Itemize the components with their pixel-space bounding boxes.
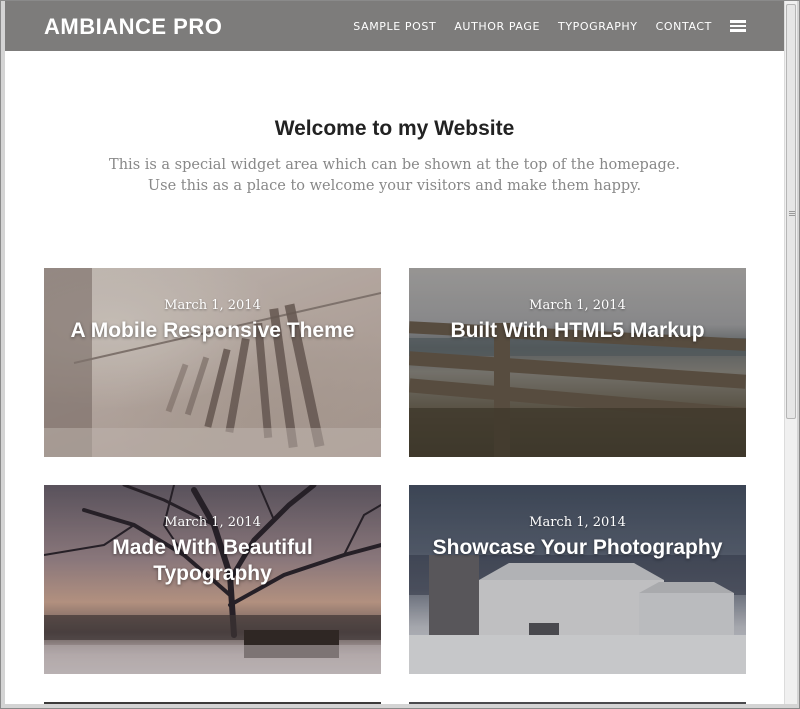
- post-card[interactable]: March 1, 2014 A Mobile Responsive Theme: [44, 268, 381, 457]
- site-header: AMBIANCE PRO SAMPLE POST AUTHOR PAGE TYP…: [5, 1, 784, 51]
- grip-icon: [789, 211, 795, 212]
- post-date: March 1, 2014: [529, 298, 626, 313]
- scrollbar-thumb[interactable]: [786, 4, 796, 419]
- post-title[interactable]: Showcase Your Photography: [429, 535, 726, 561]
- site-title[interactable]: AMBIANCE PRO: [44, 14, 222, 40]
- welcome-widget: Welcome to my Website This is a special …: [5, 117, 784, 197]
- main-nav: SAMPLE POST AUTHOR PAGE TYPOGRAPHY CONTA…: [335, 1, 746, 51]
- nav-author-page[interactable]: AUTHOR PAGE: [454, 20, 540, 33]
- post-card[interactable]: March 1, 2014 Made With Beautiful Typogr…: [44, 485, 381, 674]
- hamburger-icon[interactable]: [730, 20, 746, 32]
- post-card[interactable]: March 1, 2014 Built With HTML5 Markup: [409, 268, 746, 457]
- post-title[interactable]: A Mobile Responsive Theme: [64, 318, 361, 344]
- nav-contact[interactable]: CONTACT: [656, 20, 712, 33]
- vertical-scrollbar[interactable]: [784, 1, 797, 704]
- page-viewport: AMBIANCE PRO SAMPLE POST AUTHOR PAGE TYP…: [5, 1, 784, 704]
- post-date: March 1, 2014: [164, 515, 261, 530]
- post-card-partial[interactable]: [409, 702, 746, 704]
- post-title[interactable]: Built With HTML5 Markup: [429, 318, 726, 344]
- post-card-partial[interactable]: [44, 702, 381, 704]
- browser-window: AMBIANCE PRO SAMPLE POST AUTHOR PAGE TYP…: [0, 0, 800, 709]
- post-date: March 1, 2014: [164, 298, 261, 313]
- welcome-text: This is a special widget area which can …: [5, 155, 784, 197]
- post-card[interactable]: March 1, 2014 Showcase Your Photography: [409, 485, 746, 674]
- welcome-title: Welcome to my Website: [274, 117, 515, 140]
- nav-typography[interactable]: TYPOGRAPHY: [558, 20, 638, 33]
- welcome-line-1: This is a special widget area which can …: [109, 157, 680, 173]
- post-title[interactable]: Made With Beautiful Typography: [64, 535, 361, 587]
- welcome-line-2: Use this as a place to welcome your visi…: [147, 178, 642, 194]
- post-date: March 1, 2014: [529, 515, 626, 530]
- nav-sample-post[interactable]: SAMPLE POST: [353, 20, 436, 33]
